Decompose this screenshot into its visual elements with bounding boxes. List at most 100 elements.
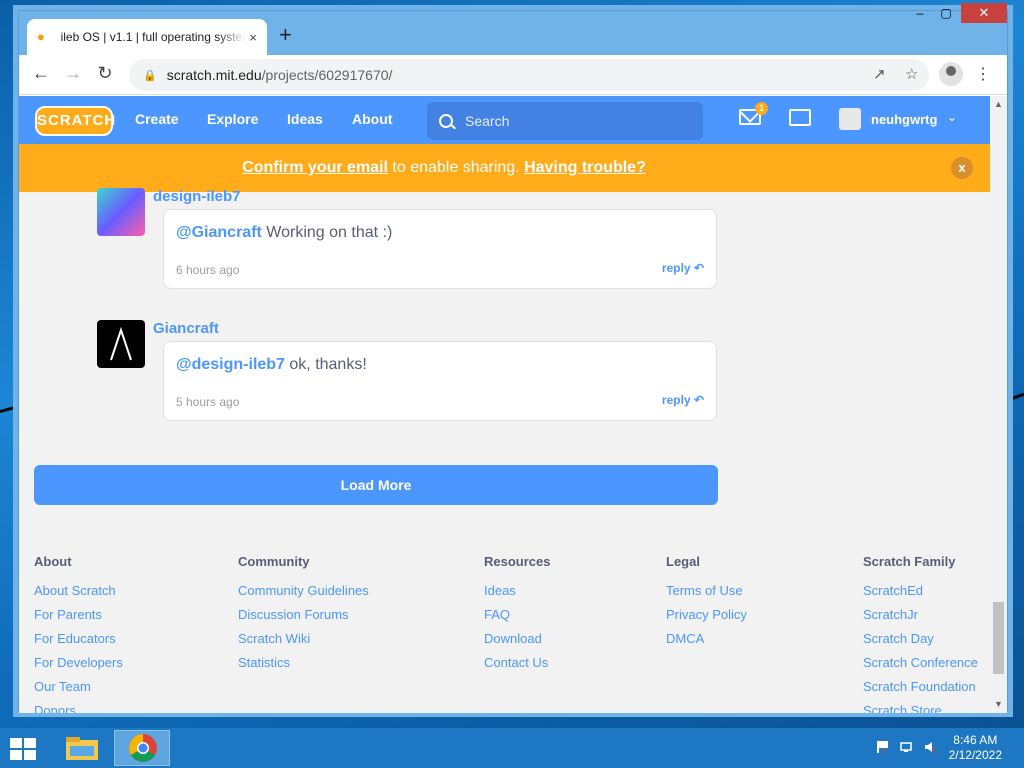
reply-arrow-icon: ↶ xyxy=(693,393,704,407)
maximize-button[interactable]: ▢ xyxy=(933,3,959,23)
footer-link[interactable]: Donors xyxy=(34,703,123,713)
comment-mention[interactable]: @Giancraft xyxy=(176,224,262,241)
nav-about[interactable]: About xyxy=(352,111,392,127)
confirm-email-link[interactable]: Confirm your email xyxy=(242,159,388,176)
username[interactable]: neuhgwrtg xyxy=(871,112,937,127)
chevron-down-icon[interactable]: ⌄ xyxy=(947,110,957,124)
footer-link[interactable]: Community Guidelines xyxy=(238,583,369,607)
comment-text: @design-ileb7 ok, thanks! xyxy=(176,356,367,374)
footer-link[interactable]: FAQ xyxy=(484,607,550,631)
footer-link[interactable]: Scratch Wiki xyxy=(238,631,369,655)
comment-time: 6 hours ago xyxy=(176,263,240,277)
comment-avatar[interactable] xyxy=(97,320,145,368)
tab-title: ileb OS | v1.1 | full operating system xyxy=(60,30,246,44)
url-text: scratch.mit.edu/projects/602917670/ xyxy=(167,67,393,83)
reload-icon[interactable]: ↻ xyxy=(93,63,117,84)
nav-create[interactable]: Create xyxy=(135,111,179,127)
windows-start-icon[interactable] xyxy=(10,738,36,760)
search-input[interactable]: Search xyxy=(427,102,703,140)
back-arrow-icon[interactable]: ← xyxy=(29,63,53,84)
nav-ideas[interactable]: Ideas xyxy=(287,111,323,127)
page-viewport: SCRATCH Create Explore Ideas About Searc… xyxy=(19,96,991,713)
email-confirm-banner: Confirm your email to enable sharing. Ha… xyxy=(19,144,991,192)
having-trouble-link[interactable]: Having trouble? xyxy=(524,159,646,176)
lock-icon: 🔒 xyxy=(143,69,157,82)
reply-label: reply xyxy=(661,261,691,275)
tab-close-icon[interactable]: × xyxy=(249,30,257,45)
comment-time: 5 hours ago xyxy=(176,395,240,409)
footer-link[interactable]: For Educators xyxy=(34,631,123,655)
browser-tab[interactable]: ● ileb OS | v1.1 | full operating system… xyxy=(27,19,267,55)
load-more-button[interactable]: Load More xyxy=(34,465,718,505)
volume-muted-icon[interactable]: x xyxy=(924,740,938,755)
folder-icon xyxy=(66,737,98,760)
share-icon[interactable]: ↗ xyxy=(873,65,886,83)
footer-link[interactable]: Statistics xyxy=(238,655,369,679)
footer-link[interactable]: Contact Us xyxy=(484,655,550,679)
new-tab-button[interactable]: + xyxy=(279,24,292,46)
comment-body: Working on that :) xyxy=(261,224,393,241)
scratch-logo[interactable]: SCRATCH xyxy=(35,106,115,136)
scroll-down-icon[interactable]: ▼ xyxy=(990,696,1007,713)
footer-link[interactable]: Scratch Foundation xyxy=(863,679,978,703)
wallpaper-stripe xyxy=(0,404,20,413)
footer-link[interactable]: Download xyxy=(484,631,550,655)
action-center-flag-icon[interactable]: x xyxy=(876,740,890,755)
footer-scratch-family: Scratch Family ScratchEd ScratchJr Scrat… xyxy=(863,554,978,713)
reply-button[interactable]: reply ↶ xyxy=(662,261,704,275)
clock-time: 8:46 AM xyxy=(953,733,998,747)
comment-mention[interactable]: @design-ileb7 xyxy=(176,356,285,373)
address-bar[interactable]: 🔒 scratch.mit.edu/projects/602917670/ xyxy=(129,59,929,91)
footer-legal: Legal Terms of Use Privacy Policy DMCA xyxy=(666,554,747,655)
reply-button[interactable]: reply ↶ xyxy=(662,393,704,407)
footer-link[interactable]: Scratch Conference xyxy=(863,655,978,679)
footer-link[interactable]: DMCA xyxy=(666,631,747,655)
footer-link[interactable]: ScratchJr xyxy=(863,607,978,631)
footer-link[interactable]: About Scratch xyxy=(34,583,123,607)
page-scrollbar[interactable]: ▲ ▼ xyxy=(990,96,1007,713)
footer-resources: Resources Ideas FAQ Download Contact Us xyxy=(484,554,550,679)
footer-link[interactable]: Privacy Policy xyxy=(666,607,747,631)
footer-heading: Resources xyxy=(484,554,551,569)
scroll-up-icon[interactable]: ▲ xyxy=(990,96,1007,113)
footer-link[interactable]: Discussion Forums xyxy=(238,607,369,631)
tab-strip: ● ileb OS | v1.1 | full operating system… xyxy=(19,11,1007,55)
footer-heading: About xyxy=(34,554,72,569)
footer-link[interactable]: Our Team xyxy=(34,679,123,703)
footer-community: Community Community Guidelines Discussio… xyxy=(238,554,369,679)
comment-avatar[interactable] xyxy=(97,188,145,236)
file-explorer-taskbar-icon[interactable] xyxy=(54,730,110,766)
footer-link[interactable]: Scratch Day xyxy=(863,631,978,655)
close-window-button[interactable]: ✕ xyxy=(961,3,1007,23)
menu-kebab-icon[interactable]: ⋮ xyxy=(975,64,991,84)
nav-explore[interactable]: Explore xyxy=(207,111,258,127)
chrome-taskbar-icon[interactable] xyxy=(114,730,170,766)
footer-link[interactable]: Terms of Use xyxy=(666,583,747,607)
profile-avatar-icon[interactable] xyxy=(939,62,963,86)
scrollbar-thumb[interactable] xyxy=(993,602,1004,674)
comment-author[interactable]: design-ileb7 xyxy=(153,188,241,205)
footer-link[interactable]: ScratchEd xyxy=(863,583,978,607)
svg-text:x: x xyxy=(932,746,936,754)
taskbar: x x 8:46 AM 2/12/2022 xyxy=(0,728,1024,768)
footer-link[interactable]: Scratch Store xyxy=(863,703,978,713)
bookmark-star-icon[interactable]: ☆ xyxy=(905,65,918,83)
forward-arrow-icon[interactable]: → xyxy=(61,63,85,84)
chrome-icon xyxy=(129,734,157,762)
browser-toolbar: ← → ↻ 🔒 scratch.mit.edu/projects/6029176… xyxy=(19,55,1007,95)
footer-link[interactable]: For Parents xyxy=(34,607,123,631)
browser-window: ● ileb OS | v1.1 | full operating system… xyxy=(18,3,1008,713)
user-avatar[interactable] xyxy=(839,108,861,130)
network-icon[interactable] xyxy=(900,740,914,754)
footer-link[interactable]: For Developers xyxy=(34,655,123,679)
banner-close-button[interactable]: x xyxy=(951,157,973,179)
my-stuff-folder-icon[interactable] xyxy=(789,109,811,126)
clock[interactable]: 8:46 AM 2/12/2022 xyxy=(949,733,1002,763)
svg-text:x: x xyxy=(882,746,886,754)
comment-author[interactable]: Giancraft xyxy=(153,320,219,337)
reply-label: reply xyxy=(661,393,691,407)
url-path: /projects/602917670/ xyxy=(261,67,393,83)
footer-link[interactable]: Ideas xyxy=(484,583,550,607)
minimize-button[interactable]: – xyxy=(907,3,933,23)
scratch-favicon-icon: ● xyxy=(37,29,45,44)
